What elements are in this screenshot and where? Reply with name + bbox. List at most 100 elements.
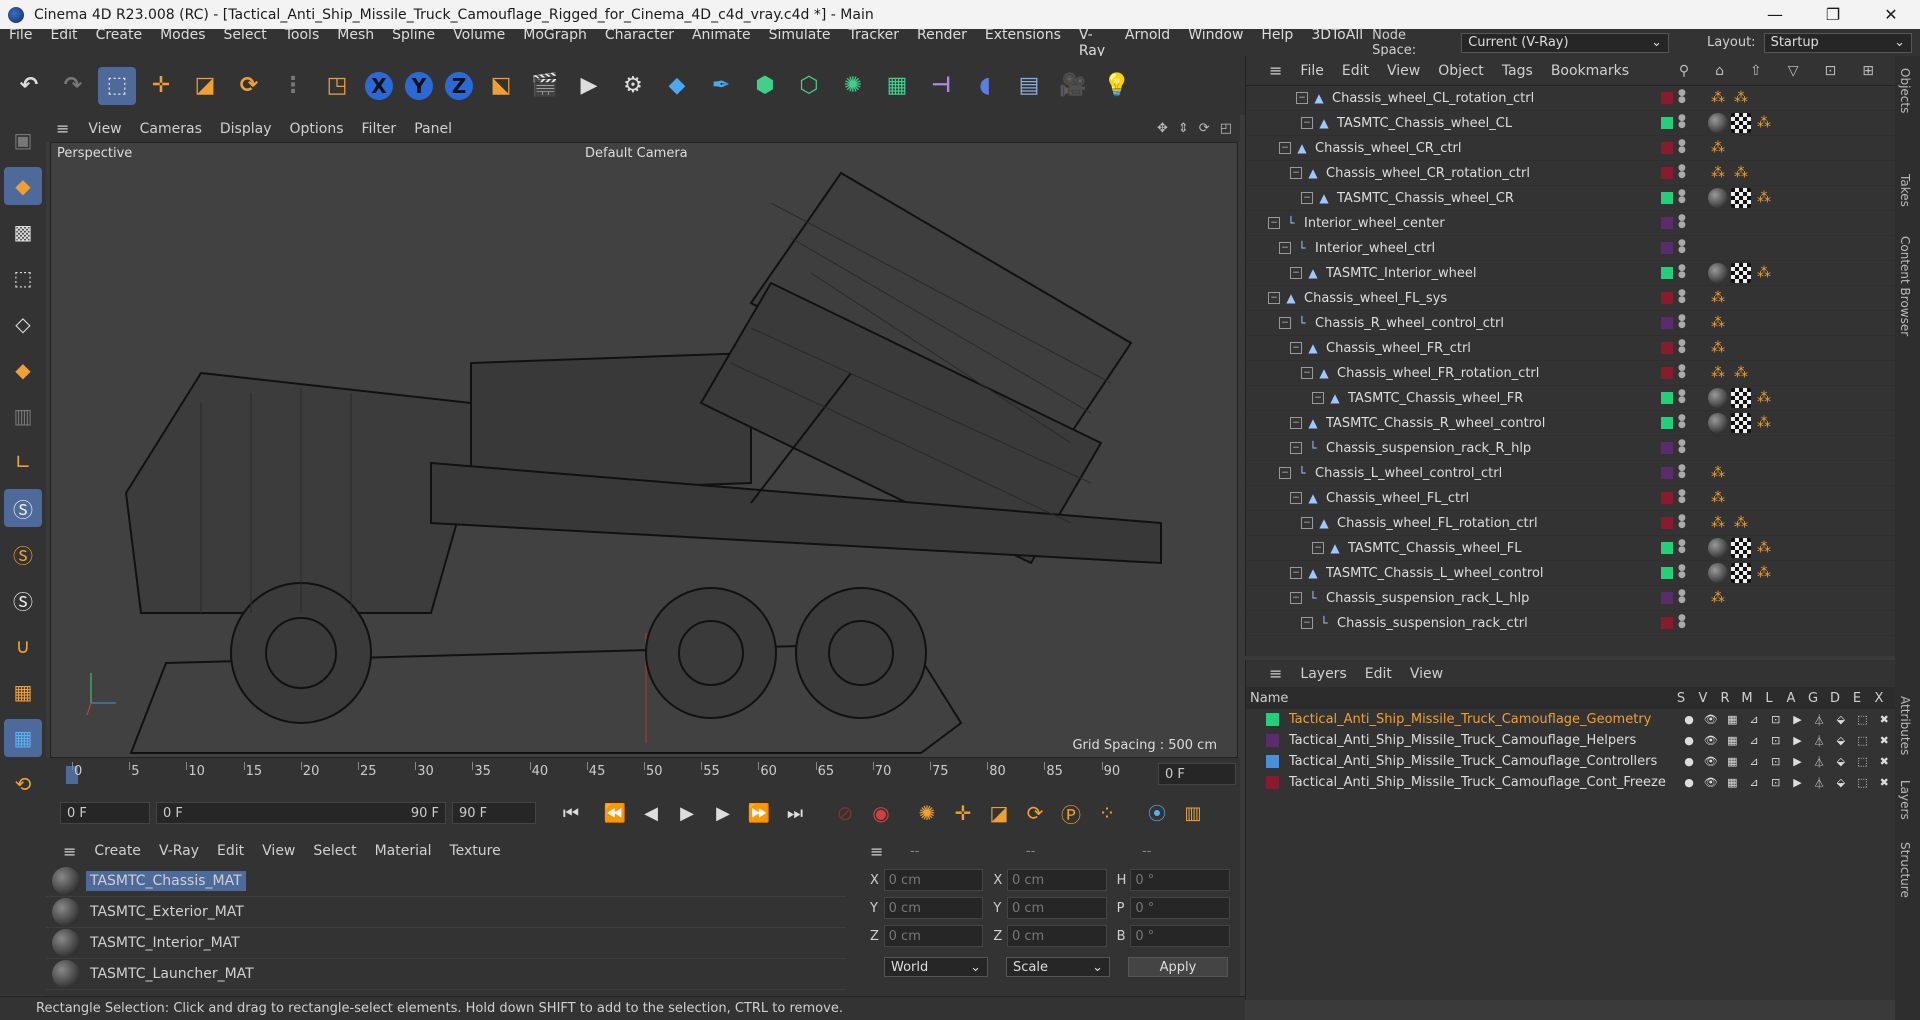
camera-icon[interactable]: 🎥	[1054, 67, 1092, 105]
x-axis-lock-button[interactable]: X	[362, 68, 396, 103]
material-tag-icon[interactable]	[1708, 388, 1728, 408]
visibility-dots-icon[interactable]: ● ●	[1678, 514, 1686, 531]
edge-mode-icon[interactable]: ◇	[4, 305, 42, 343]
expand-toggle-icon[interactable]: −	[1301, 117, 1313, 129]
constraint-tag-icon[interactable]: ⁂	[1708, 363, 1728, 383]
material-item[interactable]: TASMTC_Interior_MAT	[46, 928, 846, 959]
visibility-dots-icon[interactable]: ● ●	[1678, 464, 1686, 481]
viewport-menu-panel[interactable]: Panel	[405, 121, 461, 137]
layer-toggle-s-icon[interactable]: ●	[1678, 755, 1700, 768]
menu-v-ray[interactable]: V-Ray	[1070, 27, 1116, 59]
menu-tracker[interactable]: Tracker	[839, 27, 908, 59]
viewport-menu-options[interactable]: Options	[280, 121, 352, 137]
workplane-icon[interactable]: ▦	[4, 673, 42, 711]
layer-toggle-r-icon[interactable]: ▦	[1722, 755, 1744, 768]
undo-icon[interactable]: ↶	[10, 67, 48, 105]
layer-color-swatch[interactable]	[1661, 317, 1673, 329]
expand-toggle-icon[interactable]: −	[1290, 342, 1302, 354]
magnet-icon[interactable]: ∪	[4, 627, 42, 665]
layer-toggle-e-icon[interactable]: ⬚	[1852, 755, 1874, 768]
home-icon[interactable]: ⌂	[1706, 63, 1733, 79]
layer-color-swatch[interactable]	[1661, 192, 1673, 204]
object-row[interactable]: − └ Chassis_suspension_rack_ctrl ● ●	[1246, 611, 1895, 636]
expand-toggle-icon[interactable]: −	[1312, 392, 1324, 404]
tab-objects[interactable]: Objects	[1898, 68, 1912, 113]
expand-toggle-icon[interactable]: −	[1296, 92, 1308, 104]
expand-toggle-icon[interactable]: −	[1290, 567, 1302, 579]
layer-menu-edit[interactable]: Edit	[1356, 666, 1401, 682]
coord-field[interactable]: 0 cm	[883, 869, 984, 891]
layer-col-s[interactable]: S	[1670, 691, 1692, 706]
record-disabled-icon[interactable]: ⊘	[830, 798, 860, 828]
texture-tag-icon[interactable]	[1731, 388, 1751, 408]
preview-range-slider[interactable]: 0 F 90 F	[156, 802, 446, 824]
floor-icon[interactable]: ▤	[1010, 67, 1048, 105]
coord-field[interactable]: 0 cm	[1006, 869, 1107, 891]
layer-color-swatch[interactable]	[1661, 342, 1673, 354]
extrude-icon[interactable]: ⬡	[790, 67, 828, 105]
menu-simulate[interactable]: Simulate	[760, 27, 840, 59]
object-row[interactable]: − ▲ Chassis_wheel_FR_ctrl ● ● ⁂	[1246, 336, 1895, 361]
layer-color-swatch[interactable]	[1661, 217, 1673, 229]
go-to-start-icon[interactable]: ⏮	[556, 798, 586, 828]
timeline-ruler[interactable]: 0 5 10 15 20 25 30 35 40 45 50 55 60 65 70 75 80 85 90 0 F	[46, 758, 1240, 790]
layer-color-swatch[interactable]	[1661, 167, 1673, 179]
y-axis-lock-button[interactable]: Y	[402, 68, 436, 103]
layer-menu-view[interactable]: View	[1401, 666, 1452, 682]
material-tag-icon[interactable]	[1708, 113, 1728, 133]
object-row[interactable]: − ▲ TASMTC_Chassis_L_wheel_control ● ● ⁂	[1246, 561, 1895, 586]
render-settings-icon[interactable]: ⚙	[614, 67, 652, 105]
layer-col-v[interactable]: V	[1692, 691, 1714, 706]
object-menu-file[interactable]: File	[1291, 63, 1332, 79]
material-menu-select[interactable]: Select	[304, 843, 365, 859]
layer-toggle-g-icon[interactable]: ⏃	[1808, 754, 1830, 770]
hamburger-icon[interactable]: ≡	[870, 842, 910, 861]
expand-toggle-icon[interactable]: −	[1290, 267, 1302, 279]
material-tag-icon[interactable]	[1708, 563, 1728, 583]
layer-toggle-d-icon[interactable]: ⬙	[1830, 755, 1852, 768]
menu-3dtoall[interactable]: 3DToAll	[1302, 27, 1372, 59]
object-row[interactable]: − ▲ Chassis_wheel_CL_rotation_ctrl ● ● ⁂ ⁂	[1246, 86, 1895, 111]
go-to-end-icon[interactable]: ⏭	[780, 798, 810, 828]
visibility-dots-icon[interactable]: ● ●	[1678, 89, 1686, 106]
recent-tools-icon[interactable]: ⋮	[274, 67, 312, 105]
layer-color-swatch[interactable]	[1661, 467, 1673, 479]
layer-color-swatch[interactable]	[1661, 267, 1673, 279]
visibility-dots-icon[interactable]: ● ●	[1678, 239, 1686, 256]
toggle-layout-icon[interactable]: ◰	[1220, 121, 1232, 136]
layer-row[interactable]: Tactical_Anti_Ship_Missile_Truck_Camoufl…	[1246, 709, 1895, 730]
layer-col-d[interactable]: D	[1824, 691, 1846, 706]
layer-toggle-g-icon[interactable]: ⏃	[1808, 775, 1830, 791]
coord-field[interactable]: 0 °	[1130, 869, 1230, 891]
node-space-dropdown[interactable]: Current (V-Ray) ⌄	[1461, 32, 1669, 53]
layer-toggle-a-icon[interactable]: ▶	[1787, 734, 1809, 747]
expand-toggle-icon[interactable]: −	[1268, 292, 1280, 304]
coord-field[interactable]: 0 °	[1130, 925, 1230, 947]
layer-color-swatch[interactable]	[1661, 592, 1673, 604]
cube-icon[interactable]: ◆	[658, 67, 696, 105]
layer-toggle-a-icon[interactable]: ▶	[1787, 776, 1809, 789]
layer-toggle-d-icon[interactable]: ⬙	[1830, 776, 1852, 789]
constraint-tag-icon[interactable]: ⁂	[1754, 538, 1774, 558]
hamburger-icon[interactable]: ≡	[54, 842, 85, 861]
expand-toggle-icon[interactable]: −	[1290, 592, 1302, 604]
texture-tag-icon[interactable]	[1731, 538, 1751, 558]
object-row[interactable]: − └ Chassis_R_wheel_control_ctrl ● ● ⁂	[1246, 311, 1895, 336]
layer-color-swatch[interactable]	[1661, 142, 1673, 154]
redo-icon[interactable]: ↷	[54, 67, 92, 105]
constraint-tag-icon[interactable]: ⁂	[1754, 188, 1774, 208]
coord-field[interactable]: 0 cm	[1006, 925, 1107, 947]
material-tag-icon[interactable]	[1708, 188, 1728, 208]
layer-color-swatch[interactable]	[1661, 367, 1673, 379]
expand-toggle-icon[interactable]: −	[1290, 492, 1302, 504]
layer-toggle-a-icon[interactable]: ▶	[1787, 755, 1809, 768]
viewport-menu-display[interactable]: Display	[211, 121, 281, 137]
layer-toggle-r-icon[interactable]: ▦	[1722, 734, 1744, 747]
deformer-icon[interactable]: ⊣	[922, 67, 960, 105]
constraint-tag-icon[interactable]: ⁂	[1708, 588, 1728, 608]
search-icon[interactable]: ⚲	[1670, 63, 1698, 79]
orbit-view-icon[interactable]: ⟳	[1199, 121, 1210, 136]
object-row[interactable]: − ▲ TASMTC_Chassis_wheel_FR ● ● ⁂	[1246, 386, 1895, 411]
menu-extensions[interactable]: Extensions	[976, 27, 1070, 59]
visibility-dots-icon[interactable]: ● ●	[1678, 589, 1686, 606]
